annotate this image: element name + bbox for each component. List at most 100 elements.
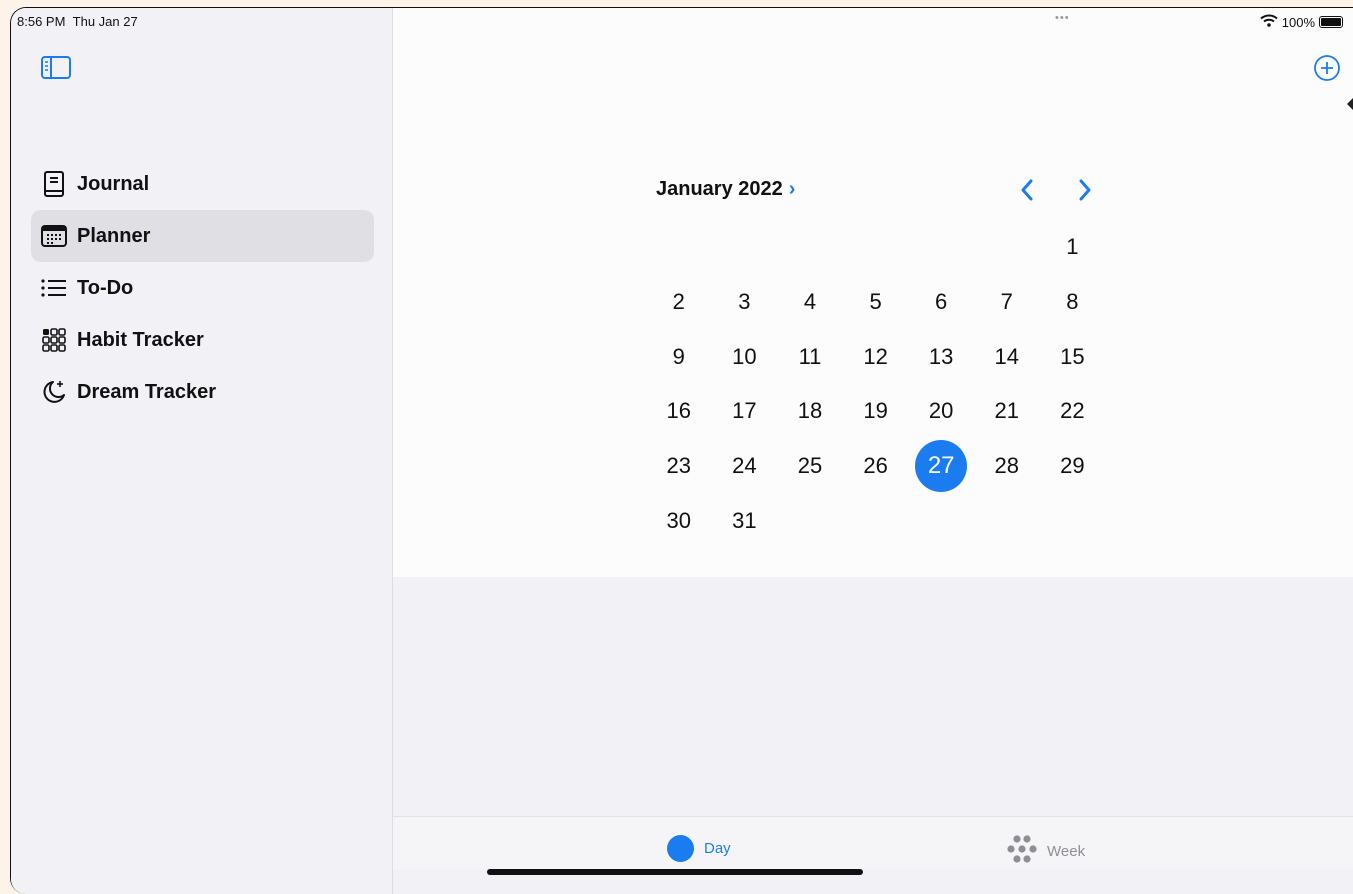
- calendar-day-25[interactable]: 25: [777, 439, 843, 494]
- tab-label: Day: [704, 840, 731, 857]
- calendar-day-1[interactable]: 1: [1040, 220, 1106, 275]
- calendar-day-31[interactable]: 31: [712, 493, 778, 548]
- previous-month-button[interactable]: [1015, 176, 1039, 204]
- calendar-day-18[interactable]: 18: [777, 384, 843, 439]
- calendar-day-label: 9: [672, 343, 685, 369]
- calendar-day-label: 28: [994, 453, 1019, 479]
- screen: 8:56 PM Thu Jan 27 Journal Planner To-Do…: [11, 8, 1353, 894]
- status-right: 100%: [1260, 14, 1343, 30]
- calendar-day-label: 8: [1066, 289, 1079, 315]
- calendar-day-16[interactable]: 16: [646, 384, 712, 439]
- calendar-day-label: 17: [732, 398, 757, 424]
- calendar-day-label: 19: [863, 398, 888, 424]
- calendar-day-label: 3: [738, 289, 751, 315]
- calendar-day-label: 15: [1060, 343, 1085, 369]
- calendar-day-label: 5: [869, 289, 882, 315]
- calendar-day-19[interactable]: 19: [843, 384, 909, 439]
- calendar-blank-cell: [712, 220, 778, 275]
- calendar-day-label: 4: [803, 289, 817, 315]
- calendar-day-12[interactable]: 12: [843, 329, 909, 384]
- calendar-day-26[interactable]: 26: [843, 439, 909, 494]
- book-icon: [41, 171, 67, 197]
- sidebar-item-journal[interactable]: Journal: [31, 158, 374, 210]
- calendar-day-17[interactable]: 17: [712, 384, 778, 439]
- calendar-day-14[interactable]: 14: [974, 329, 1040, 384]
- calendar-day-29[interactable]: 29: [1040, 439, 1106, 494]
- calendar-day-label: 22: [1060, 398, 1085, 424]
- calendar-blank-cell: [974, 220, 1040, 275]
- calendar-day-15[interactable]: 15: [1040, 329, 1106, 384]
- calendar-day-label: 12: [863, 343, 888, 369]
- calendar-day-6[interactable]: 6: [908, 275, 974, 330]
- battery-icon: [1319, 16, 1343, 28]
- sidebar-item-planner[interactable]: Planner: [31, 210, 374, 262]
- sidebar: 8:56 PM Thu Jan 27 Journal Planner To-Do…: [11, 8, 393, 894]
- sidebar-item-dream-tracker[interactable]: Dream Tracker: [31, 366, 374, 418]
- month-picker-button[interactable]: January 2022 ›: [656, 178, 795, 201]
- calendar-day-8[interactable]: 8: [1040, 275, 1106, 330]
- week-dots-icon: [1007, 835, 1037, 867]
- calendar-blank-cell: [843, 220, 909, 275]
- status-time: 8:56 PM Thu Jan 27: [17, 14, 138, 29]
- multitasking-indicator[interactable]: •••: [1055, 12, 1070, 24]
- calendar-day-label: 1: [1066, 234, 1079, 260]
- tab-day[interactable]: Day: [667, 835, 731, 862]
- tab-week[interactable]: Week: [1007, 835, 1085, 867]
- calendar-day-22[interactable]: 22: [1040, 384, 1106, 439]
- battery-percent: 100%: [1281, 14, 1315, 30]
- calendar-day-label: 14: [994, 343, 1019, 369]
- calendar-day-11[interactable]: 11: [777, 329, 843, 384]
- calendar-day-label: 2: [672, 289, 685, 315]
- calendar-day-label: 23: [666, 453, 692, 479]
- calendar-day-13[interactable]: 13: [908, 329, 974, 384]
- ipad-frame: 8:56 PM Thu Jan 27 Journal Planner To-Do…: [10, 7, 1353, 894]
- calendar-day-label: 20: [928, 398, 954, 424]
- main-content: ••• 100% January 2022 › 1 2 3 4 5 6 7 8 …: [393, 8, 1353, 894]
- month-nav: [1015, 176, 1097, 204]
- calendar-day-label: 7: [1000, 289, 1013, 315]
- tab-label: Week: [1047, 842, 1086, 860]
- calendar-day-label: 6: [935, 289, 948, 315]
- calendar-day-24[interactable]: 24: [712, 439, 778, 494]
- sidebar-item-todo[interactable]: To-Do: [31, 262, 374, 314]
- chevron-left-icon: [1021, 179, 1033, 201]
- month-label: January 2022: [656, 178, 783, 200]
- calendar-day-23[interactable]: 23: [646, 439, 712, 494]
- calendar-day-4[interactable]: 4: [777, 275, 843, 330]
- calendar-day-2[interactable]: 2: [646, 275, 712, 330]
- next-month-button[interactable]: [1073, 176, 1097, 204]
- calendar-blank-cell: [777, 220, 843, 275]
- tab-bar: Day Week: [393, 816, 1353, 869]
- calendar-day-7[interactable]: 7: [974, 275, 1040, 330]
- sidebar-item-habit-tracker[interactable]: Habit Tracker: [31, 314, 374, 366]
- calendar-icon: [41, 223, 67, 249]
- sidebar-item-label: Habit Tracker: [77, 328, 204, 351]
- calendar-day-label: 16: [666, 398, 692, 424]
- calendar-day-3[interactable]: 3: [712, 275, 778, 330]
- list-icon: [41, 275, 67, 301]
- calendar-blank-cell: [646, 220, 712, 275]
- side-notch: [1347, 98, 1353, 110]
- sidebar-item-label: To-Do: [77, 276, 134, 299]
- sidebar-toggle-icon[interactable]: [41, 56, 71, 80]
- sidebar-item-label: Planner: [77, 224, 151, 247]
- calendar-day-label: 25: [797, 453, 823, 479]
- calendar-day-9[interactable]: 9: [646, 329, 712, 384]
- calendar-day-label: 21: [994, 398, 1019, 424]
- calendar-grid: 1 2 3 4 5 6 7 8 9 10 11 12 13 14 15 16 17 18 19 20 21 22 23 24 2…: [646, 220, 1105, 548]
- wifi-icon: [1260, 14, 1278, 30]
- calendar-day-30[interactable]: 30: [646, 493, 712, 548]
- home-indicator[interactable]: [487, 869, 863, 875]
- calendar-day-label: 24: [732, 453, 757, 479]
- add-entry-button[interactable]: [1313, 54, 1341, 82]
- calendar-card: ••• 100% January 2022 › 1 2 3 4 5 6 7 8 …: [393, 8, 1353, 577]
- calendar-day-10[interactable]: 10: [712, 329, 778, 384]
- sidebar-item-label: Dream Tracker: [77, 380, 216, 403]
- calendar-day-28[interactable]: 28: [974, 439, 1040, 494]
- calendar-day-27[interactable]: 27: [908, 439, 974, 494]
- chevron-right-icon: [1079, 179, 1091, 201]
- calendar-blank-cell: [908, 220, 974, 275]
- calendar-day-5[interactable]: 5: [843, 275, 909, 330]
- calendar-day-21[interactable]: 21: [974, 384, 1040, 439]
- calendar-day-20[interactable]: 20: [908, 384, 974, 439]
